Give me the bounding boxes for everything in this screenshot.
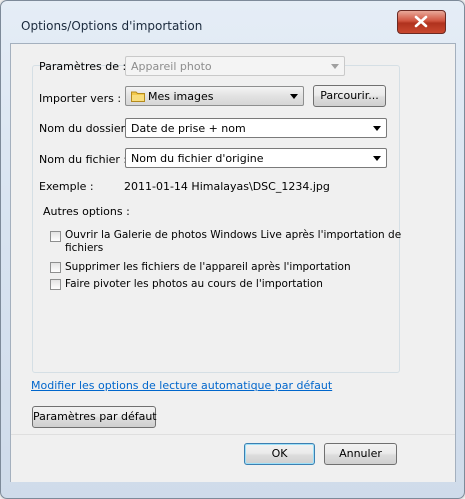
- dialog-window: Options/Options d'importation Paramètres…: [0, 0, 465, 499]
- chevron-down-icon: [373, 126, 381, 131]
- folder-name-value: Date de prise + nom: [131, 122, 246, 135]
- default-settings-button[interactable]: Paramètres par défaut: [32, 406, 157, 428]
- delete-files-label: Supprimer les fichiers de l'appareil apr…: [65, 261, 351, 273]
- example-label: Exemple :: [39, 180, 94, 193]
- ok-button[interactable]: OK: [244, 443, 315, 465]
- settings-for-value: Appareil photo: [131, 60, 212, 73]
- folder-icon: [131, 91, 145, 102]
- example-value: 2011-01-14 Himalayas\DSC_1234.jpg: [124, 180, 330, 193]
- autoplay-options-link[interactable]: Modifier les options de lecture automati…: [31, 379, 332, 392]
- dialog-content: Paramètres de : Appareil photo Importer …: [10, 43, 456, 482]
- folder-name-label: Nom du dossier :: [39, 122, 133, 135]
- chevron-down-icon: [331, 64, 339, 69]
- close-icon: [414, 15, 428, 28]
- open-gallery-checkbox[interactable]: [50, 231, 61, 242]
- settings-for-label: Paramètres de :: [39, 60, 127, 73]
- chevron-down-icon: [290, 94, 298, 99]
- import-to-dropdown[interactable]: Mes images: [125, 86, 304, 106]
- browse-button[interactable]: Parcourir...: [313, 85, 386, 107]
- button-bar: OK Annuler: [11, 434, 455, 482]
- rotate-photos-label: Faire pivoter les photos au cours de l'i…: [65, 278, 323, 290]
- import-to-value: Mes images: [148, 90, 214, 103]
- file-name-dropdown[interactable]: Nom du fichier d'origine: [125, 148, 387, 168]
- open-gallery-label-line2: fichiers: [65, 242, 104, 254]
- rotate-photos-checkbox[interactable]: [50, 279, 61, 290]
- cancel-button[interactable]: Annuler: [324, 443, 397, 465]
- open-gallery-label: Ouvrir la Galerie de photos Windows Live…: [65, 229, 402, 241]
- folder-name-dropdown[interactable]: Date de prise + nom: [125, 118, 387, 138]
- file-name-value: Nom du fichier d'origine: [131, 152, 264, 165]
- options-group: [32, 65, 400, 373]
- close-button[interactable]: [397, 10, 446, 34]
- window-title: Options/Options d'importation: [21, 19, 203, 33]
- other-options-label: Autres options :: [43, 205, 130, 218]
- file-name-label: Nom du fichier :: [39, 153, 128, 166]
- settings-for-dropdown[interactable]: Appareil photo: [125, 56, 345, 76]
- delete-files-checkbox[interactable]: [50, 262, 61, 273]
- import-to-label: Importer vers :: [39, 92, 122, 105]
- chevron-down-icon: [373, 156, 381, 161]
